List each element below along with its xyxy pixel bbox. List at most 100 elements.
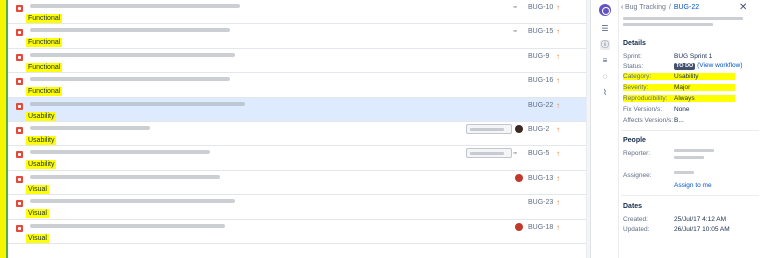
- status-lozenge[interactable]: TO DO: [674, 63, 696, 70]
- issue-row[interactable]: Visual BUG-23 ↑: [8, 195, 586, 220]
- fix-version-label: Fix Version/s:: [623, 106, 663, 113]
- glasses-icon: ◦◦: [513, 28, 517, 36]
- details-heading: Details: [623, 40, 646, 47]
- issue-summary-redacted[interactable]: [30, 223, 225, 228]
- bug-icon: [16, 102, 23, 110]
- attachment-icon[interactable]: ⌇: [600, 88, 610, 98]
- issue-category-label: Functional: [26, 87, 63, 97]
- issue-key[interactable]: BUG-15: [528, 28, 553, 35]
- detail-side-rail: ☰ ⓘ ≡ ◌ ⌇: [591, 0, 619, 258]
- priority-arrow-icon: ↑: [556, 124, 560, 134]
- assignee-avatar[interactable]: [515, 222, 523, 231]
- priority-arrow-icon: ↑: [556, 149, 560, 159]
- priority-arrow-icon: ↑: [556, 173, 560, 183]
- issue-detail-panel: ☰ ⓘ ≡ ◌ ⌇ ‹ Bug Tracking / BUG-22 ✕ Detail…: [590, 0, 762, 258]
- priority-arrow-icon: ↑: [556, 76, 560, 86]
- filter-icon[interactable]: ≡: [600, 56, 610, 66]
- close-icon[interactable]: ✕: [739, 2, 747, 13]
- issue-summary-redacted[interactable]: [30, 28, 230, 33]
- issue-summary-redacted: [623, 17, 755, 29]
- issue-row[interactable]: Usability BUG-2 ↑: [8, 121, 586, 147]
- comment-icon[interactable]: ◌: [600, 72, 610, 82]
- divider: [621, 195, 759, 196]
- issue-key[interactable]: BUG-5: [528, 150, 549, 157]
- issue-row[interactable]: Functional ◦◦ BUG-15 ↑: [8, 24, 586, 49]
- fix-version-value[interactable]: None: [674, 106, 690, 113]
- issue-category-label: Visual: [26, 233, 49, 243]
- issue-summary-redacted[interactable]: [30, 101, 245, 106]
- bug-icon: [16, 78, 23, 86]
- sprint-chip[interactable]: [466, 148, 512, 159]
- updated-value: 26/Jul/17 10:05 AM: [674, 226, 730, 233]
- issue-row[interactable]: Usability ◦◦ BUG-5 ↑: [8, 146, 586, 171]
- affects-version-value[interactable]: B...: [674, 117, 684, 124]
- bug-icon: [16, 53, 23, 61]
- breadcrumb-project[interactable]: Bug Tracking: [625, 4, 666, 11]
- people-heading: People: [623, 137, 646, 144]
- info-icon[interactable]: ⓘ: [600, 40, 610, 50]
- updated-label: Updated:: [623, 226, 650, 233]
- issue-summary-redacted[interactable]: [30, 52, 235, 57]
- view-workflow-link[interactable]: (View workflow): [697, 62, 742, 69]
- assignee-avatar[interactable]: [515, 124, 523, 133]
- created-label: Created:: [623, 216, 648, 223]
- sprint-label: Sprint:: [623, 53, 642, 60]
- issue-key[interactable]: BUG-9: [528, 53, 549, 60]
- issue-row[interactable]: Functional ◦◦ BUG-10 ↑: [8, 0, 586, 25]
- priority-arrow-icon: ↑: [556, 100, 560, 110]
- issue-key[interactable]: BUG-2: [528, 126, 549, 133]
- issue-summary-redacted[interactable]: [30, 174, 220, 179]
- sprint-value[interactable]: BUG Sprint 1: [674, 53, 712, 60]
- created-value: 25/Jul/17 4:12 AM: [674, 216, 727, 223]
- issue-row[interactable]: Functional BUG-9 ↑: [8, 48, 586, 74]
- issue-key[interactable]: BUG-18: [528, 224, 553, 231]
- issue-summary-redacted[interactable]: [30, 199, 235, 204]
- category-value[interactable]: Usability: [674, 73, 699, 80]
- issue-category-label: Visual: [26, 184, 49, 194]
- issue-row[interactable]: Visual BUG-13 ↑: [8, 170, 586, 196]
- bug-icon: [16, 224, 23, 232]
- issue-category-label: Functional: [26, 38, 63, 48]
- glasses-icon: ◦◦: [513, 150, 517, 158]
- issue-summary-redacted[interactable]: [30, 150, 210, 155]
- issue-key[interactable]: BUG-16: [528, 77, 553, 84]
- bug-icon: [16, 5, 23, 12]
- bug-icon: [16, 200, 23, 208]
- divider: [621, 130, 759, 131]
- issue-category-label: Usability: [26, 135, 57, 145]
- priority-arrow-icon: ↑: [556, 27, 560, 37]
- project-avatar[interactable]: [599, 4, 611, 16]
- priority-arrow-icon: ↑: [556, 51, 560, 61]
- bug-icon: [16, 175, 23, 183]
- issue-summary-redacted[interactable]: [30, 125, 150, 130]
- issue-row[interactable]: Usability BUG-22 ↑: [8, 97, 586, 122]
- status-label: Status:: [623, 63, 644, 70]
- list-icon[interactable]: ☰: [600, 24, 610, 34]
- bug-icon: [16, 126, 23, 134]
- back-arrow-icon[interactable]: ‹: [621, 4, 623, 11]
- issue-summary-redacted[interactable]: [30, 77, 230, 82]
- issue-category-label: Functional: [26, 14, 63, 23]
- glasses-icon: ◦◦: [513, 4, 517, 11]
- issue-key[interactable]: BUG-23: [528, 199, 553, 206]
- priority-arrow-icon: ↑: [556, 198, 560, 208]
- status-field: TO DO (View workflow): [674, 62, 743, 70]
- breadcrumb-separator: /: [668, 4, 671, 11]
- breadcrumb-issue-key[interactable]: BUG-22: [674, 4, 699, 11]
- reporter-value[interactable]: [674, 147, 714, 154]
- sprint-chip[interactable]: [466, 123, 512, 134]
- issue-key[interactable]: BUG-22: [528, 102, 553, 109]
- issue-category-label: Functional: [26, 62, 63, 72]
- issue-row[interactable]: Visual BUG-18 ↑: [8, 219, 586, 244]
- severity-value[interactable]: Major: [674, 84, 690, 91]
- bug-icon: [16, 151, 23, 159]
- assignee-avatar[interactable]: [515, 173, 523, 182]
- reproducibility-value[interactable]: Always: [674, 95, 695, 102]
- issue-key[interactable]: BUG-13: [528, 175, 553, 182]
- issue-key[interactable]: BUG-10: [528, 4, 553, 11]
- breadcrumb: Bug Tracking / BUG-22: [625, 4, 699, 11]
- assign-to-me-link[interactable]: Assign to me: [674, 182, 712, 189]
- assignee-value[interactable]: [674, 169, 694, 176]
- issue-summary-redacted[interactable]: [30, 4, 240, 8]
- issue-row[interactable]: Functional BUG-16 ↑: [8, 73, 586, 98]
